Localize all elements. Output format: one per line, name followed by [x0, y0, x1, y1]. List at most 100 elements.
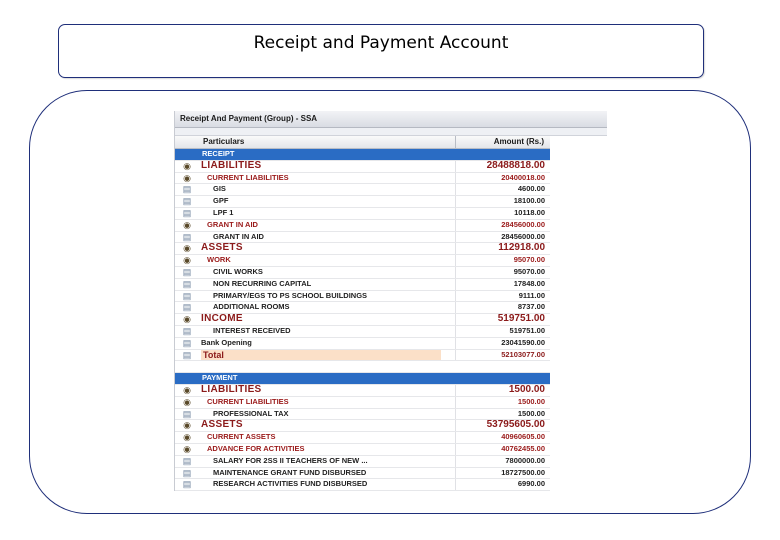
table-row[interactable]: ◉ CURRENT LIABILITIES 20400018.00	[175, 172, 550, 185]
table-row[interactable]: ◉ INCOME 519751.00	[175, 313, 550, 326]
row-amount: 95070.00	[513, 255, 545, 265]
table-row[interactable]: ▤ GPF 18100.00	[175, 196, 550, 208]
row-label: INTEREST RECEIVED	[213, 325, 291, 335]
row-amount: 1500.00	[517, 408, 545, 418]
table-row[interactable]: ▤ INTEREST RECEIVED 519751.00	[175, 325, 550, 338]
row-label: RECEIPT	[202, 149, 235, 158]
row-label: NON RECURRING CAPITAL	[213, 278, 312, 288]
row-label: Total	[201, 349, 441, 361]
slide-title-box: Receipt and Payment Account	[58, 24, 704, 78]
column-divider	[455, 196, 456, 207]
table-row[interactable]: ▤ LPF 1 10118.00	[175, 207, 550, 220]
folder-icon[interactable]: ◉	[181, 397, 193, 407]
folder-icon[interactable]: ◉	[181, 385, 193, 395]
row-amount: 10118.00	[514, 207, 545, 217]
row-amount: 40762455.00	[501, 443, 545, 453]
column-separator	[455, 136, 456, 148]
document-icon[interactable]: ▤	[181, 409, 193, 419]
table-row[interactable]: ◉ LIABILITIES 1500.00	[175, 384, 550, 397]
folder-icon[interactable]: ◉	[181, 315, 193, 324]
table-row[interactable]: ◉ ADVANCE FOR ACTIVITIES 40762455.00	[175, 443, 550, 456]
column-divider	[455, 349, 456, 361]
folder-icon[interactable]: ◉	[181, 256, 193, 265]
row-amount: 28456000.00	[501, 219, 545, 229]
folder-icon[interactable]: ◉	[181, 161, 193, 171]
report-window: Receipt And Payment (Group) - SSA Partic…	[174, 111, 607, 491]
folder-icon[interactable]: ◉	[181, 444, 193, 454]
row-label: GPF	[213, 196, 229, 206]
column-divider	[455, 207, 456, 219]
table-row[interactable]: ▤ NON RECURRING CAPITAL 17848.00	[175, 278, 550, 291]
document-icon[interactable]: ▤	[181, 480, 193, 489]
table-row[interactable]: ▤ RESEARCH ACTIVITIES FUND DISBURSED 6990.…	[175, 479, 550, 491]
document-icon[interactable]: ▤	[181, 291, 193, 301]
row-label: MAINTENANCE GRANT FUND DISBURSED	[213, 467, 367, 477]
document-icon[interactable]: ▤	[181, 208, 193, 218]
row-amount: 53795605.00	[486, 419, 545, 431]
column-divider	[455, 231, 456, 243]
column-header-row: Particulars Amount (Rs.)	[175, 136, 550, 149]
table-row[interactable]: ◉ CURRENT ASSETS 40960605.00	[175, 432, 550, 444]
document-icon[interactable]: ▤	[181, 197, 193, 206]
table-row[interactable]: ◉ LIABILITIES 28488818.00	[175, 159, 550, 173]
row-amount: 28488818.00	[486, 159, 545, 171]
row-label: CIVIL WORKS	[213, 266, 263, 276]
row-amount: 18100.00	[513, 196, 545, 206]
table-row[interactable]: ▤ CIVIL WORKS 95070.00	[175, 266, 550, 279]
column-divider	[455, 467, 456, 479]
row-label: SALARY FOR 2SS II TEACHERS OF NEW ...	[213, 455, 368, 465]
table-row[interactable]: ◉ ASSETS 112918.00	[175, 243, 550, 256]
column-header-particulars[interactable]: Particulars	[203, 137, 244, 146]
row-amount: 18727500.00	[501, 467, 545, 477]
column-divider	[455, 396, 456, 408]
column-divider	[455, 455, 456, 467]
row-amount: 23041590.00	[501, 337, 545, 347]
table-row[interactable]: ◉ CURRENT LIABILITIES 1500.00	[175, 396, 550, 409]
document-icon[interactable]: ▤	[181, 338, 193, 348]
slide-title: Receipt and Payment Account	[253, 33, 509, 53]
folder-icon[interactable]: ◉	[181, 433, 193, 442]
folder-icon[interactable]: ◉	[181, 421, 193, 430]
document-icon[interactable]: ▤	[181, 279, 193, 289]
column-divider	[455, 243, 456, 255]
document-icon[interactable]: ▤	[181, 303, 193, 312]
row-label: WORK	[207, 255, 231, 265]
column-divider	[455, 278, 456, 290]
row-label: GRANT IN AID	[207, 219, 258, 229]
folder-icon[interactable]: ◉	[181, 244, 193, 253]
row-amount: 4600.00	[517, 184, 545, 194]
document-icon[interactable]: ▤	[181, 267, 193, 277]
document-icon[interactable]: ▤	[181, 326, 193, 336]
row-label: CURRENT ASSETS	[207, 432, 276, 442]
folder-icon[interactable]: ◉	[181, 173, 193, 183]
column-divider	[455, 314, 456, 325]
row-amount: 8737.00	[517, 302, 545, 312]
table-row[interactable]: ▤ Bank Opening 23041590.00	[175, 337, 550, 350]
table-row[interactable]: ▤ SALARY FOR 2SS II TEACHERS OF NEW ... 78…	[175, 455, 550, 468]
document-icon[interactable]: ▤	[181, 468, 193, 478]
document-icon[interactable]: ▤	[181, 185, 193, 194]
column-divider	[455, 325, 456, 337]
table-row[interactable]: ◉ ASSETS 53795605.00	[175, 419, 550, 433]
table-row[interactable]: ◉ GRANT IN AID 28456000.00	[175, 219, 550, 232]
column-divider	[455, 337, 456, 349]
document-icon[interactable]: ▤	[181, 456, 193, 466]
column-divider	[455, 172, 456, 184]
row-label: PRIMARY/EGS TO PS SCHOOL BUILDINGS	[213, 290, 368, 300]
document-icon[interactable]: ▤	[181, 232, 193, 242]
row-amount: 28456000.00	[501, 231, 545, 241]
row-label: LPF 1	[213, 207, 234, 217]
spacer-row	[175, 361, 550, 374]
row-label: GIS	[213, 184, 226, 194]
table-row[interactable]: ▤ PRIMARY/EGS TO PS SCHOOL BUILDINGS 9111.…	[175, 290, 550, 303]
table-row[interactable]: ◉ WORK 95070.00	[175, 255, 550, 267]
folder-icon[interactable]: ◉	[181, 220, 193, 230]
row-label: Bank Opening	[201, 337, 252, 347]
table-row[interactable]: ▤ Total 52103077.00	[175, 349, 550, 362]
row-amount: 519751.00	[497, 313, 545, 325]
document-icon[interactable]: ▤	[181, 350, 193, 360]
table-row[interactable]: ▤ GIS 4600.00	[175, 184, 550, 197]
table-row[interactable]: ▤ MAINTENANCE GRANT FUND DISBURSED 1872750…	[175, 467, 550, 480]
row-label: CURRENT LIABILITIES	[207, 172, 289, 182]
column-header-amount[interactable]: Amount (Rs.)	[494, 137, 544, 146]
